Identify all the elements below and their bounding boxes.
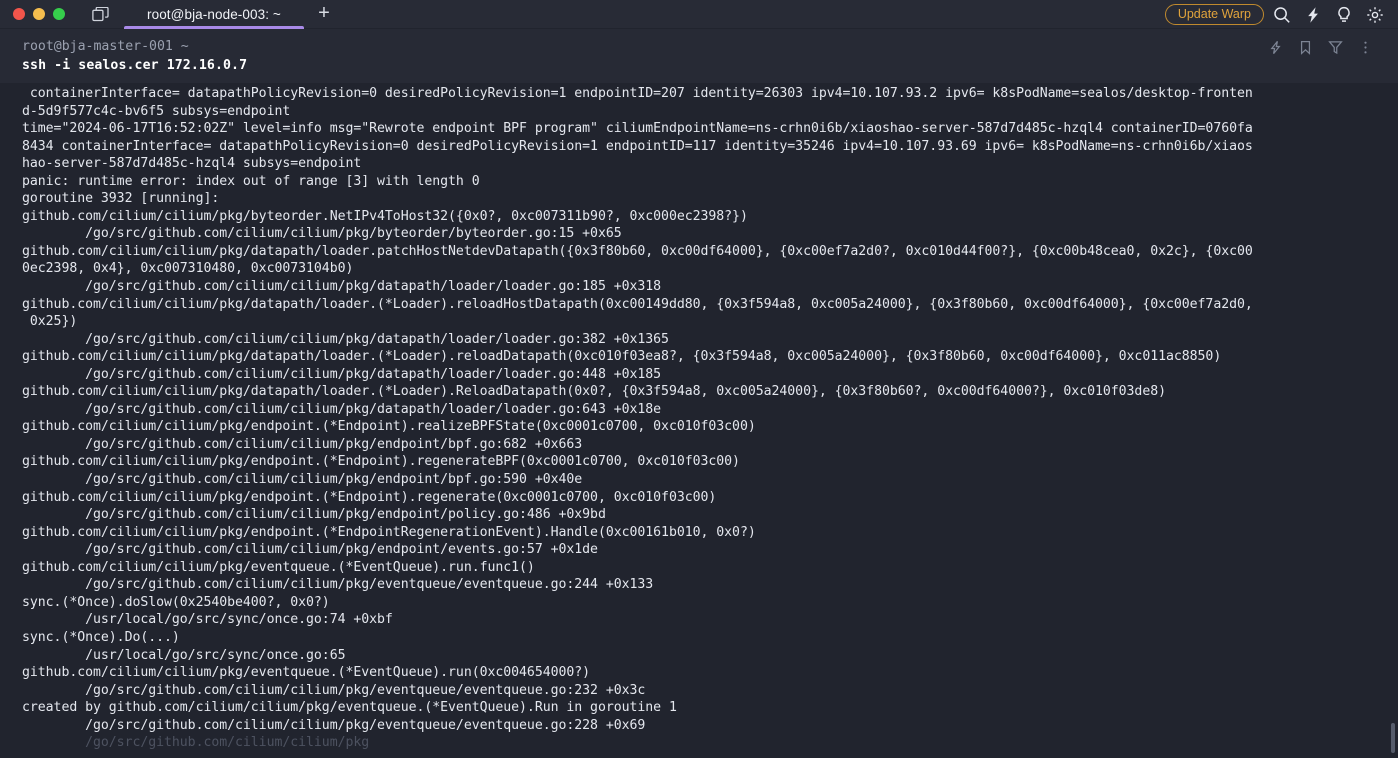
close-window-button[interactable]: [13, 8, 25, 20]
terminal-line: github.com/cilium/cilium/pkg/endpoint.(*…: [22, 524, 756, 540]
terminal-line: /go/src/github.com/cilium/cilium/pkg/eve…: [22, 717, 646, 733]
command-input[interactable]: ssh -i sealos.cer 172.16.0.7: [0, 56, 1398, 75]
terminal-line: github.com/cilium/cilium/pkg/datapath/lo…: [22, 349, 1222, 365]
terminal-line: /go/src/github.com/cilium/cilium/pkg/end…: [22, 436, 583, 452]
terminal-line: github.com/cilium/cilium/pkg/datapath/lo…: [22, 296, 1253, 312]
new-tab-button[interactable]: +: [307, 0, 341, 29]
terminal-line: /go/src/github.com/cilium/cilium/pkg/dat…: [22, 366, 662, 382]
terminal-line: panic: runtime error: index out of range…: [22, 173, 480, 189]
tab-label: root@bja-node-003: ~: [147, 6, 281, 22]
lightning-icon[interactable]: [1299, 1, 1326, 28]
terminal-line: /go/src/github.com/cilium/cilium/pkg/dat…: [22, 401, 662, 417]
terminal-line: /go/src/github.com/cilium/cilium/pkg/dat…: [22, 331, 669, 347]
lightbulb-icon[interactable]: [1330, 1, 1357, 28]
search-icon[interactable]: [1268, 1, 1295, 28]
maximize-window-button[interactable]: [53, 8, 65, 20]
filter-icon[interactable]: [1326, 38, 1344, 56]
window-titlebar: root@bja-node-003: ~ + Update Warp: [0, 0, 1398, 29]
terminal-line: /go/src/github.com/cilium/cilium/pkg/eve…: [22, 682, 646, 698]
terminal-line: github.com/cilium/cilium/pkg/datapath/lo…: [22, 243, 1253, 259]
terminal-line: github.com/cilium/cilium/pkg/endpoint.(*…: [22, 489, 717, 505]
terminal-line: 8434 containerInterface= datapathPolicyR…: [22, 138, 1253, 154]
more-options-icon[interactable]: [1356, 38, 1374, 56]
block-actions: [1266, 38, 1374, 56]
terminal-line: /go/src/github.com/cilium/cilium/pkg/end…: [22, 472, 583, 488]
terminal-line: hao-server-587d7d485c-hzql4 subsys=endpo…: [22, 156, 362, 172]
terminal-line: 0ec2398, 0x4}, 0xc007310480, 0xc0073104b…: [22, 261, 354, 277]
terminal-line: 0x25}): [22, 314, 78, 330]
terminal-line: github.com/cilium/cilium/pkg/endpoint.(*…: [22, 419, 756, 435]
update-warp-button[interactable]: Update Warp: [1164, 3, 1264, 26]
terminal-line: /go/src/github.com/cilium/cilium/pkg/end…: [22, 507, 606, 523]
tab-strip: root@bja-node-003: ~ +: [121, 0, 341, 29]
terminal-line: github.com/cilium/cilium/pkg/endpoint.(*…: [22, 454, 740, 470]
prompt-path: root@bja-master-001 ~: [22, 39, 189, 54]
terminal-line: /go/src/github.com/cilium/cilium/pkg/end…: [22, 542, 598, 558]
terminal-line: containerInterface= datapathPolicyRevisi…: [22, 86, 1253, 101]
terminal-line: github.com/cilium/cilium/pkg/eventqueue.…: [22, 665, 591, 681]
terminal-line: github.com/cilium/cilium/pkg/datapath/lo…: [22, 384, 1166, 400]
terminal-line: /go/src/github.com/cilium/cilium/pkg/byt…: [22, 226, 622, 242]
terminal-scrollbar[interactable]: [1391, 723, 1395, 753]
terminal-line: github.com/cilium/cilium/pkg/byteorder.N…: [22, 208, 748, 224]
terminal-line: /go/src/github.com/cilium/cilium/pkg/eve…: [22, 577, 654, 593]
terminal-line: /go/src/github.com/cilium/cilium/pkg/dat…: [22, 279, 662, 295]
terminal-line: goroutine 3932 [running]:: [22, 191, 220, 207]
window-traffic-lights: [0, 8, 65, 20]
terminal-line: created by github.com/cilium/cilium/pkg/…: [22, 700, 677, 716]
terminal-line-container: containerInterface= datapathPolicyRevisi…: [0, 85, 1398, 734]
gear-icon[interactable]: [1361, 1, 1388, 28]
command-block: root@bja-master-001 ~ ssh -i sealos.cer …: [0, 29, 1398, 83]
new-tab-label: +: [318, 2, 330, 24]
terminal-line: d-5d9f577c4c-bv6f5 subsys=endpoint: [22, 103, 291, 119]
terminal-line: /usr/local/go/src/sync/once.go:65: [22, 647, 346, 663]
bookmark-icon[interactable]: [1296, 38, 1314, 56]
terminal-output[interactable]: containerInterface= datapathPolicyRevisi…: [0, 83, 1398, 753]
terminal-line: /usr/local/go/src/sync/once.go:74 +0xbf: [22, 612, 393, 628]
tab-root-bja-node-003[interactable]: root@bja-node-003: ~: [121, 0, 307, 29]
terminal-line: github.com/cilium/cilium/pkg/eventqueue.…: [22, 559, 535, 575]
split-pane-icon[interactable]: [89, 3, 111, 25]
terminal-line: sync.(*Once).doSlow(0x2540be400?, 0x0?): [22, 594, 330, 610]
terminal-partial-line: /go/src/github.com/cilium/cilium/pkg: [22, 735, 370, 751]
titlebar-right-controls: Update Warp: [1164, 0, 1388, 29]
minimize-window-button[interactable]: [33, 8, 45, 20]
lightning-icon[interactable]: [1266, 38, 1284, 56]
terminal-line: time="2024-06-17T16:52:02Z" level=info m…: [22, 121, 1253, 137]
terminal-line: sync.(*Once).Do(...): [22, 629, 180, 645]
